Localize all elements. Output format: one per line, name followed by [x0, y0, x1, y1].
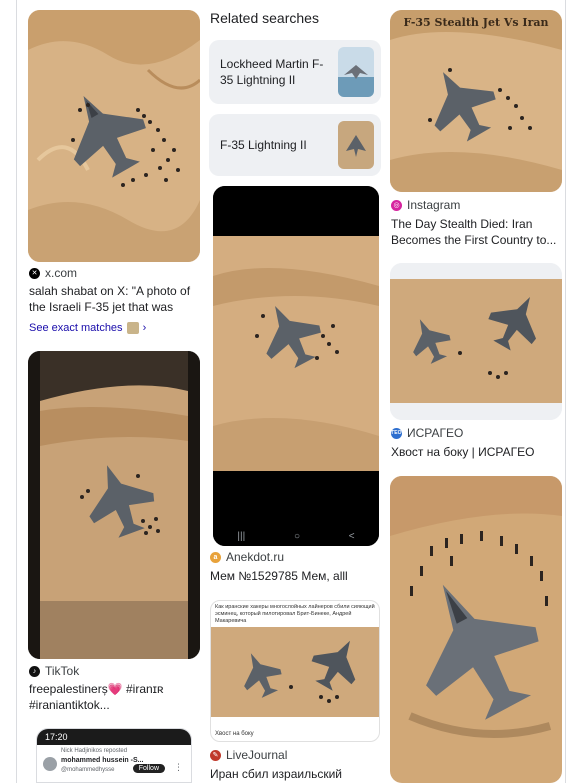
source-label: x.com	[45, 266, 78, 280]
source-instagram[interactable]: ◎ Instagram	[391, 198, 460, 212]
isrageo-logo-icon: ГЕО	[391, 427, 402, 439]
source-livejournal[interactable]: ✎ LiveJournal	[210, 748, 287, 762]
result-title-isrageo[interactable]: Хвост на боку | ИСРАГЕО	[391, 444, 561, 460]
follow-button[interactable]: Follow	[132, 764, 165, 773]
related-chip-thumb	[338, 47, 374, 97]
x-logo-icon: ✕	[29, 267, 40, 279]
tiktok-logo-icon: ♪	[29, 665, 40, 677]
result-image-isrageo[interactable]	[390, 263, 562, 420]
phone-status-bar: 17:20	[37, 729, 191, 745]
result-title-xcom[interactable]: salah shabat on X: "A photo of the Israe…	[29, 283, 199, 315]
source-isrageo[interactable]: ГЕО ИСРАГЕО	[391, 426, 463, 440]
avatar	[43, 757, 57, 771]
article-foot: Хвост на боку	[215, 731, 254, 737]
tweet-author: mohammed hussein -S...	[61, 757, 144, 764]
result-title-livejournal[interactable]: Иран сбил израильский	[210, 766, 380, 782]
back-icon: <	[348, 530, 355, 542]
repost-label: Nick Hadjinikos reposted	[61, 748, 128, 754]
result-image-instagram[interactable]: F-35 Stealth Jet Vs Iran	[390, 10, 562, 192]
source-label: TikTok	[45, 664, 80, 678]
anekdot-logo-icon: a	[210, 551, 221, 563]
exact-match-thumb-icon	[126, 322, 139, 334]
see-exact-label: See exact matches	[29, 322, 123, 334]
chevron-right-icon: ›	[142, 322, 147, 334]
source-label: LiveJournal	[226, 748, 288, 762]
result-image-livejournal[interactable]: Как иранские хакеры многослойных лайнеро…	[210, 600, 380, 742]
tiktok-video-frame	[28, 351, 200, 659]
related-chip-label: F-35 Lightning II	[220, 138, 307, 152]
related-chip-label: Lockheed Martin F-35 Lightning II	[220, 57, 324, 87]
source-label: Instagram	[407, 198, 461, 212]
image-overlay-text: F-35 Stealth Jet Vs Iran	[403, 16, 549, 29]
recent-apps-icon: |||	[237, 530, 246, 542]
related-chip-thumb	[338, 121, 374, 169]
source-anekdot[interactable]: a Anekdot.ru	[210, 550, 284, 564]
livejournal-logo-icon: ✎	[210, 749, 221, 761]
result-image-xcom[interactable]	[28, 10, 200, 262]
related-chip-f35[interactable]: F-35 Lightning II	[209, 114, 381, 176]
result-title-anekdot[interactable]: Мем №1529785 Мем, alll	[210, 568, 380, 584]
result-image-closeup-jet[interactable]	[390, 476, 562, 783]
close-jet-crowd-image	[390, 476, 562, 783]
phone-nav-bar: ||| ○ <	[213, 526, 379, 546]
home-icon: ○	[293, 530, 300, 542]
jet-on-water-image	[338, 47, 374, 97]
see-exact-matches-link[interactable]: See exact matches ›	[29, 322, 146, 334]
result-title-tiktok[interactable]: freepalestinerș💗 #iranɪʀ #iraniantiktok.…	[29, 681, 199, 713]
desert-jet-image	[390, 10, 562, 192]
result-image-anekdot[interactable]: ||| ○ <	[213, 186, 379, 546]
jet-desert-image	[338, 121, 374, 169]
related-chip-lockheed[interactable]: Lockheed Martin F-35 Lightning II	[209, 40, 381, 104]
tweet-handle: @mohammedhysse	[61, 767, 115, 773]
more-icon[interactable]: ⋮	[174, 762, 183, 773]
source-tiktok[interactable]: ♪ TikTok	[29, 664, 79, 678]
two-jets-image	[211, 627, 379, 717]
result-title-instagram[interactable]: The Day Stealth Died: Iran Becomes the F…	[391, 216, 561, 248]
instagram-logo-icon: ◎	[391, 199, 402, 211]
result-image-tweet-phone[interactable]: 17:20 Nick Hadjinikos reposted mohammed …	[36, 728, 192, 783]
phone-screenshot-jet	[213, 186, 379, 546]
article-caption: Как иранские хакеры многослойных лайнеро…	[215, 604, 375, 624]
two-jets-desert-image	[390, 263, 562, 420]
source-label: Anekdot.ru	[226, 550, 285, 564]
desert-jet-image	[28, 10, 200, 262]
source-label: ИСРАГЕО	[407, 426, 464, 440]
source-xcom[interactable]: ✕ x.com	[29, 266, 77, 280]
related-searches-heading: Related searches	[210, 10, 319, 26]
result-image-tiktok[interactable]	[28, 351, 200, 659]
